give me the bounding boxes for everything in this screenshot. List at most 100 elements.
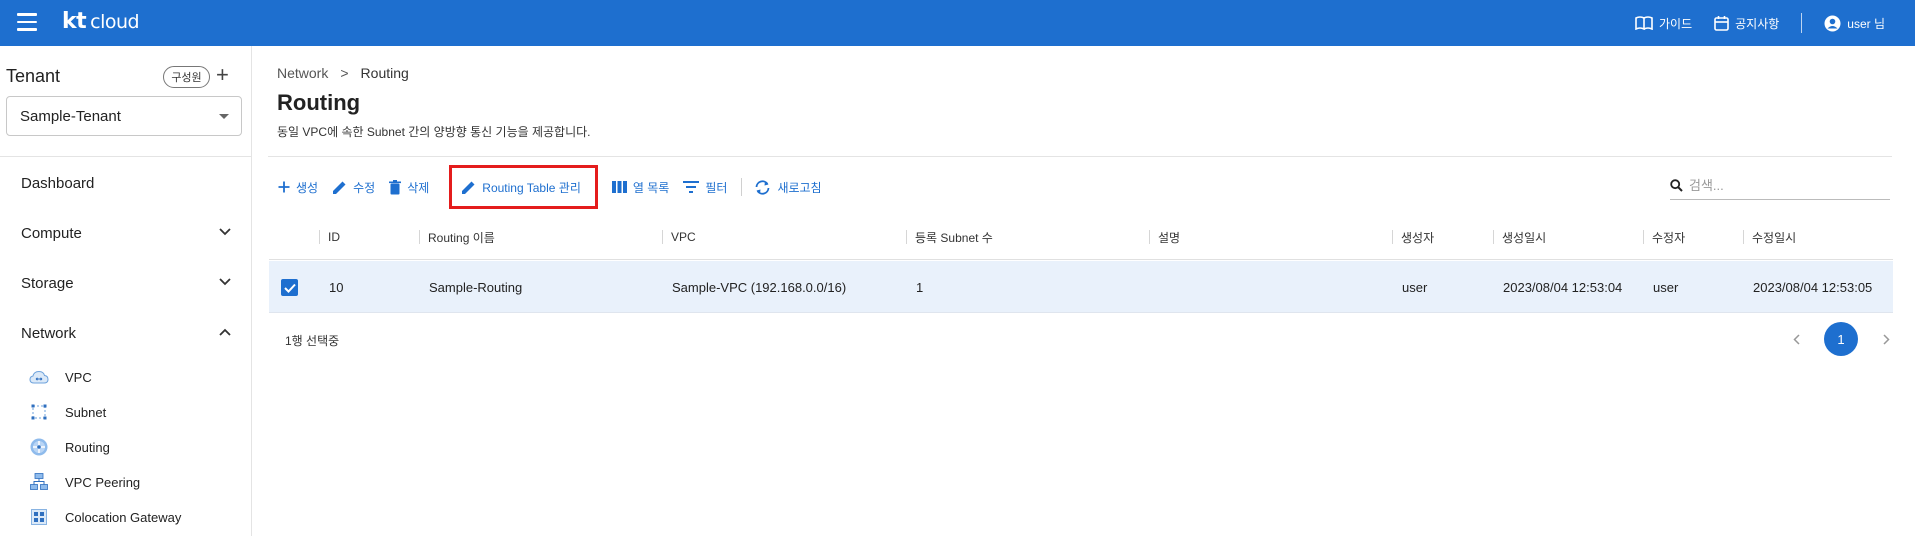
page-button-current[interactable]: 1 xyxy=(1824,322,1858,356)
tenant-title: Tenant xyxy=(6,66,61,86)
column-header-vpc[interactable]: VPC xyxy=(662,214,696,260)
pencil-icon xyxy=(462,181,475,194)
guide-label: 가이드 xyxy=(1658,16,1693,31)
create-button[interactable]: 생성 xyxy=(278,179,318,196)
sidebar-item-subnet[interactable]: Subnet xyxy=(29,404,106,420)
pencil-icon xyxy=(333,181,346,194)
sidebar-item-routing-label: Routing xyxy=(65,439,110,455)
page-description: 동일 VPC에 속한 Subnet 간의 양방향 통신 기능을 제공합니다. xyxy=(277,125,591,139)
check-icon xyxy=(283,283,296,293)
delete-label: 삭제 xyxy=(407,180,430,195)
column-header-label: 생성자 xyxy=(1401,230,1435,245)
logo-text: cloud xyxy=(90,11,140,33)
column-header-modified-at[interactable]: 수정일시 xyxy=(1743,214,1796,260)
toolbar: 생성 수정 삭제 Routing Table 관리 열 목록 필터 새로고침 xyxy=(278,165,836,209)
column-header-label: Routing 이름 xyxy=(428,230,495,245)
cell-modifier: user xyxy=(1653,279,1679,295)
cell-id: 10 xyxy=(329,279,344,295)
colocation-gateway-icon xyxy=(29,509,49,525)
topbar-divider xyxy=(1801,13,1803,33)
table-row[interactable]: 10 Sample-Routing Sample-VPC (192.168.0.… xyxy=(269,261,1893,313)
vpc-peering-icon xyxy=(29,473,49,490)
top-bar: kt cloud 가이드 공지사항 user 님 xyxy=(0,0,1915,46)
chevron-down-icon xyxy=(219,278,231,286)
sidebar-item-vpc-peering-label: VPC Peering xyxy=(65,474,141,490)
refresh-button[interactable]: 새로고침 xyxy=(754,179,822,196)
logo-mark: kt xyxy=(62,9,87,34)
column-header-label: 생성일시 xyxy=(1502,230,1547,245)
columns-button[interactable]: 열 목록 xyxy=(611,179,669,196)
nav-dashboard[interactable]: Dashboard xyxy=(21,175,231,192)
sidebar-item-vpc[interactable]: VPC xyxy=(29,369,92,385)
filter-button[interactable]: 필터 xyxy=(683,179,727,196)
delete-button[interactable]: 삭제 xyxy=(389,179,429,196)
page-title: Routing xyxy=(277,90,361,115)
members-button[interactable]: 구성원 xyxy=(163,66,210,88)
column-header-id[interactable]: ID xyxy=(319,214,340,260)
vpc-cloud-icon xyxy=(29,369,49,385)
column-header-label: 등록 Subnet 수 xyxy=(915,230,993,245)
cell-modified-at: 2023/08/04 12:53:05 xyxy=(1753,279,1873,295)
edit-label: 수정 xyxy=(353,180,376,195)
logo[interactable]: kt cloud xyxy=(62,9,140,34)
book-icon xyxy=(1635,16,1653,30)
add-tenant-button[interactable]: + xyxy=(216,64,229,86)
column-header-routing-name[interactable]: Routing 이름 xyxy=(419,214,495,260)
sidebar-item-vpc-peering[interactable]: VPC Peering xyxy=(29,473,141,490)
column-header-creator[interactable]: 생성자 xyxy=(1392,214,1434,260)
pagination: 1 xyxy=(1786,322,1896,356)
plus-icon xyxy=(278,181,290,193)
routing-table-manage-button[interactable]: Routing Table 관리 xyxy=(449,165,598,209)
nav-storage-label: Storage xyxy=(21,275,74,292)
menu-icon[interactable] xyxy=(17,13,37,31)
nav-compute[interactable]: Compute xyxy=(21,225,231,242)
caret-down-icon xyxy=(219,114,229,119)
column-header-label: 수정자 xyxy=(1652,230,1686,245)
cell-routing-name: Sample-Routing xyxy=(429,279,523,295)
column-header-description[interactable]: 설명 xyxy=(1149,214,1180,260)
tenant-select-value: Sample-Tenant xyxy=(20,107,121,125)
nav-network-label: Network xyxy=(21,325,77,342)
sidebar-item-colocation-gateway-label: Colocation Gateway xyxy=(65,509,182,525)
breadcrumb: Network > Routing xyxy=(277,65,409,81)
notice-label: 공지사항 xyxy=(1735,16,1780,31)
refresh-icon xyxy=(756,179,770,195)
column-header-label: 설명 xyxy=(1158,230,1181,245)
row-checkbox[interactable] xyxy=(281,279,298,296)
columns-icon xyxy=(611,181,627,193)
user-menu[interactable]: user 님 xyxy=(1824,15,1885,32)
routing-icon xyxy=(29,438,49,456)
chevron-down-icon xyxy=(219,228,231,236)
tenant-select[interactable]: Sample-Tenant xyxy=(6,96,242,136)
next-page-button[interactable] xyxy=(1876,329,1896,349)
user-label: user 님 xyxy=(1847,16,1885,31)
edit-button[interactable]: 수정 xyxy=(332,179,375,196)
breadcrumb-network[interactable]: Network xyxy=(277,65,328,81)
routing-table-manage-label: Routing Table 관리 xyxy=(482,180,581,195)
nav-network[interactable]: Network xyxy=(21,325,231,342)
column-header-created-at[interactable]: 생성일시 xyxy=(1493,214,1546,260)
nav-compute-label: Compute xyxy=(21,225,82,242)
filter-icon xyxy=(683,181,700,193)
content-divider xyxy=(268,156,1892,157)
previous-page-button[interactable] xyxy=(1786,329,1806,349)
sidebar: Tenant 구성원 + Sample-Tenant Dashboard Com… xyxy=(0,46,252,536)
filter-label: 필터 xyxy=(705,180,728,195)
top-right-menu: 가이드 공지사항 user 님 xyxy=(1613,0,1885,46)
cell-creator: user xyxy=(1402,279,1428,295)
search-box[interactable] xyxy=(1670,172,1890,200)
sidebar-item-routing[interactable]: Routing xyxy=(29,438,110,456)
column-header-label: VPC xyxy=(671,230,696,244)
column-header-modifier[interactable]: 수정자 xyxy=(1643,214,1685,260)
cell-created-at: 2023/08/04 12:53:04 xyxy=(1503,279,1623,295)
column-header-label: ID xyxy=(328,230,340,244)
column-header-subnet-count[interactable]: 등록 Subnet 수 xyxy=(906,214,993,260)
notice-link[interactable]: 공지사항 xyxy=(1714,15,1779,32)
search-input[interactable] xyxy=(1689,178,1869,193)
nav-dashboard-label: Dashboard xyxy=(21,175,95,192)
nav-storage[interactable]: Storage xyxy=(21,275,231,292)
sidebar-item-colocation-gateway[interactable]: Colocation Gateway xyxy=(29,509,181,525)
breadcrumb-separator: > xyxy=(340,65,349,81)
create-label: 생성 xyxy=(296,180,319,195)
guide-link[interactable]: 가이드 xyxy=(1635,15,1692,32)
